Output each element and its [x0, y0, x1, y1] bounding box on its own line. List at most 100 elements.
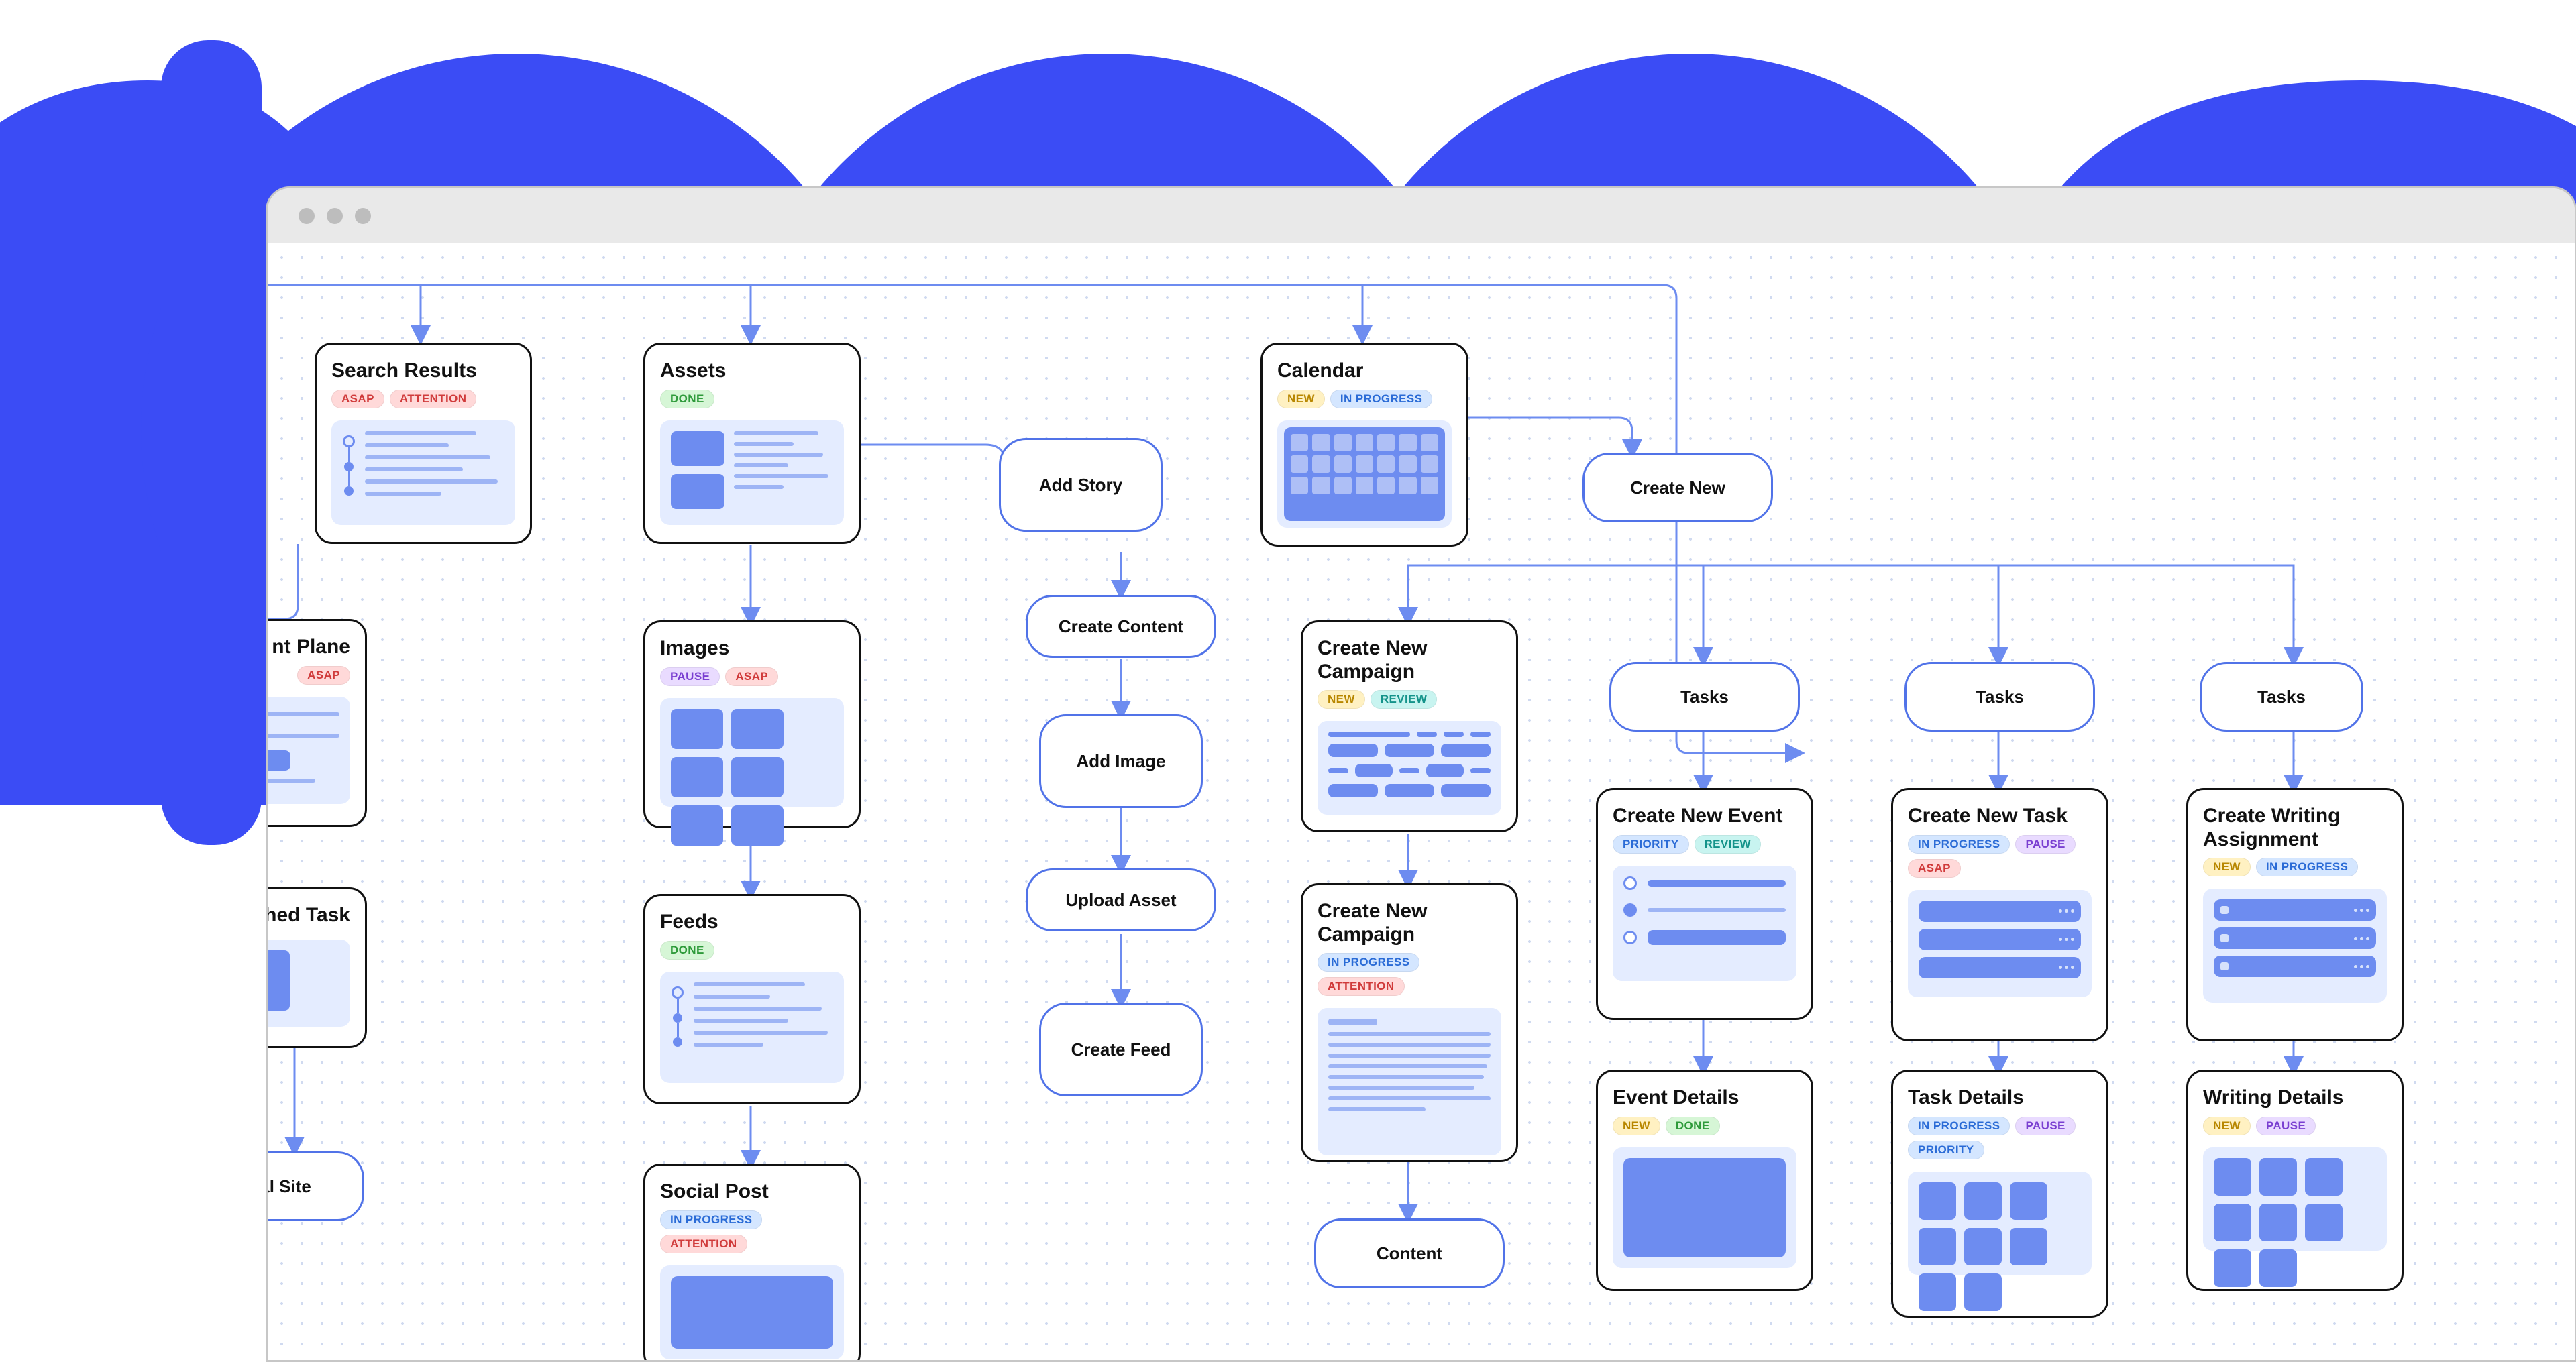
pill-tasks-2[interactable]: Tasks: [1904, 662, 2095, 732]
card-title: shed Task: [266, 904, 350, 927]
card-search-results[interactable]: Search Results ASAP ATTENTION: [315, 343, 532, 544]
badge-asap: ASAP: [331, 390, 384, 408]
card-preview: [2203, 889, 2387, 1003]
badge-new: NEW: [1613, 1117, 1660, 1135]
card-title: Create Writing Assignment: [2203, 805, 2387, 851]
card-badges: DONE: [660, 390, 844, 408]
window-close-dot[interactable]: [299, 208, 315, 224]
badge-priority: PRIORITY: [1908, 1141, 1984, 1159]
card-title: Event Details: [1613, 1086, 1796, 1110]
card-preview: [2203, 1147, 2387, 1251]
card-task-details[interactable]: Task Details IN PROGRESS PAUSE PRIORITY: [1891, 1070, 2108, 1318]
card-calendar[interactable]: Calendar NEW IN PROGRESS: [1260, 343, 1468, 547]
card-finished-task[interactable]: shed Task: [266, 887, 367, 1048]
badge-pause: PAUSE: [2256, 1117, 2316, 1135]
card-badges: NEW DONE: [1613, 1117, 1796, 1135]
card-title: Writing Details: [2203, 1086, 2387, 1110]
card-images[interactable]: Images PAUSE ASAP: [643, 620, 861, 828]
badge-pause: PAUSE: [660, 667, 720, 686]
card-title: Create New Campaign: [1318, 900, 1501, 946]
pill-create-content[interactable]: Create Content: [1026, 595, 1216, 658]
card-preview: [1613, 1147, 1796, 1268]
card-feeds[interactable]: Feeds DONE: [643, 894, 861, 1104]
pill-tasks-1[interactable]: Tasks: [1609, 662, 1800, 732]
card-create-campaign-2[interactable]: Create New Campaign IN PROGRESS ATTENTIO…: [1301, 883, 1518, 1162]
card-event-details[interactable]: Event Details NEW DONE: [1596, 1070, 1813, 1291]
app-window: Search Results ASAP ATTENTION Assets DON…: [266, 186, 2576, 1362]
card-badges: NEW IN PROGRESS: [2203, 858, 2387, 876]
card-create-campaign[interactable]: Create New Campaign NEW REVIEW: [1301, 620, 1518, 832]
card-badges: NEW REVIEW: [1318, 690, 1501, 709]
card-preview: [1613, 866, 1796, 981]
badge-inprogress: IN PROGRESS: [1330, 390, 1432, 408]
badge-done: DONE: [660, 390, 714, 408]
badge-pause: PAUSE: [2015, 1117, 2075, 1135]
card-preview: [331, 420, 515, 525]
badge-new: NEW: [1318, 690, 1365, 709]
card-preview: [1318, 1008, 1501, 1155]
card-title: Social Post: [660, 1180, 844, 1204]
card-badges: IN PROGRESS ATTENTION: [660, 1210, 844, 1253]
calendar-icon: [1284, 427, 1445, 521]
card-title: Task Details: [1908, 1086, 2092, 1110]
badge-new: NEW: [2203, 1117, 2251, 1135]
pill-external-site[interactable]: ternal Site: [266, 1151, 364, 1221]
card-assets[interactable]: Assets DONE: [643, 343, 861, 544]
card-badges: NEW IN PROGRESS: [1277, 390, 1452, 408]
badge-inprogress: IN PROGRESS: [1908, 835, 2010, 854]
badge-new: NEW: [2203, 858, 2251, 876]
badge-attention: ATTENTION: [660, 1235, 747, 1253]
card-badges: PAUSE ASAP: [660, 667, 844, 686]
pill-content[interactable]: Content: [1314, 1218, 1505, 1288]
card-preview: [660, 420, 844, 525]
window-minimize-dot[interactable]: [327, 208, 343, 224]
badge-new: NEW: [1277, 390, 1325, 408]
pill-upload-asset[interactable]: Upload Asset: [1026, 868, 1216, 931]
card-title: Search Results: [331, 359, 515, 383]
pill-add-image[interactable]: Add Image: [1039, 714, 1203, 808]
badge-inprogress: IN PROGRESS: [1908, 1117, 2010, 1135]
badge-inprogress: IN PROGRESS: [2256, 858, 2358, 876]
card-badges: PRIORITY REVIEW: [1613, 835, 1796, 854]
card-preview: [1318, 721, 1501, 815]
card-preview: [660, 972, 844, 1083]
card-title: Create New Campaign: [1318, 637, 1501, 683]
card-badges: IN PROGRESS PAUSE ASAP: [1908, 835, 2092, 878]
card-badges: NEW PAUSE: [2203, 1117, 2387, 1135]
badge-attention: ATTENTION: [390, 390, 477, 408]
card-content-plane[interactable]: nt Plane ASAP: [266, 619, 367, 827]
pill-add-story[interactable]: Add Story: [999, 438, 1163, 532]
card-preview: [1908, 890, 2092, 997]
window-zoom-dot[interactable]: [355, 208, 371, 224]
badge-review: REVIEW: [1371, 690, 1437, 709]
card-preview: [1908, 1172, 2092, 1275]
card-title: Create New Task: [1908, 805, 2092, 828]
card-create-event[interactable]: Create New Event PRIORITY REVIEW: [1596, 788, 1813, 1020]
card-writing-details[interactable]: Writing Details NEW PAUSE: [2186, 1070, 2404, 1291]
badge-priority: PRIORITY: [1613, 835, 1689, 854]
card-title: Create New Event: [1613, 805, 1796, 828]
card-title: Assets: [660, 359, 844, 383]
badge-asap: ASAP: [297, 666, 350, 685]
card-create-writing[interactable]: Create Writing Assignment NEW IN PROGRES…: [2186, 788, 2404, 1041]
pill-tasks-3[interactable]: Tasks: [2200, 662, 2363, 732]
card-preview: [266, 697, 350, 804]
card-create-task[interactable]: Create New Task IN PROGRESS PAUSE ASAP: [1891, 788, 2108, 1041]
badge-asap: ASAP: [1908, 859, 1961, 878]
card-badges: IN PROGRESS ATTENTION: [1318, 953, 1501, 996]
card-title: Images: [660, 637, 844, 661]
badge-inprogress: IN PROGRESS: [1318, 953, 1419, 972]
connectors-layer: [268, 243, 469, 344]
badge-done: DONE: [1666, 1117, 1720, 1135]
pill-create-feed[interactable]: Create Feed: [1039, 1003, 1203, 1096]
card-badges: IN PROGRESS PAUSE PRIORITY: [1908, 1117, 2092, 1159]
card-social-post[interactable]: Social Post IN PROGRESS ATTENTION: [643, 1164, 861, 1362]
pill-create-new[interactable]: Create New: [1582, 453, 1773, 522]
card-badges: ASAP ATTENTION: [331, 390, 515, 408]
card-preview: [266, 940, 350, 1027]
card-badges: DONE: [660, 941, 844, 960]
card-title: Calendar: [1277, 359, 1452, 383]
card-preview: [660, 1265, 844, 1359]
flow-canvas[interactable]: Search Results ASAP ATTENTION Assets DON…: [268, 243, 2575, 1362]
badge-asap: ASAP: [725, 667, 778, 686]
